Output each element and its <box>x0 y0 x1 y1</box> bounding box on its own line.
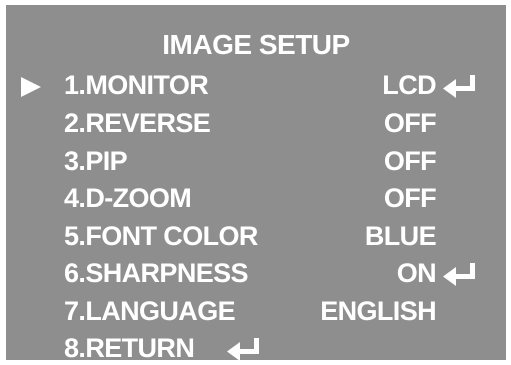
menu-item-label: 4.D-ZOOM <box>64 183 192 213</box>
menu-title: IMAGE SETUP <box>162 29 350 60</box>
menu-item-label: 6.SHARPNESS <box>64 258 249 288</box>
menu-item-font-color[interactable]: 5.FONT COLOR BLUE <box>6 219 506 253</box>
menu-item-value: LCD <box>382 70 436 100</box>
menu-item-reverse[interactable]: 2.REVERSE OFF <box>6 106 506 140</box>
menu-item-label: 3.PIP <box>64 146 128 176</box>
menu-item-value: BLUE <box>364 221 437 251</box>
menu-item-value: OFF <box>383 146 437 176</box>
menu-item-label: 5.FONT COLOR <box>64 221 258 251</box>
menu-item-label: 2.REVERSE <box>64 108 211 138</box>
menu-item-return[interactable]: 8.RETURN <box>6 331 506 365</box>
menu-item-d-zoom[interactable]: 4.D-ZOOM OFF <box>6 181 506 215</box>
menu-item-value: OFF <box>383 183 437 213</box>
osd-menu-panel: IMAGE SETUP 1.MONITOR LCD 2.REVERSE OFF … <box>6 5 506 363</box>
menu-item-label: 8.RETURN <box>64 333 195 363</box>
menu-item-value: ENGLISH <box>320 296 436 326</box>
menu-item-value: ON <box>396 258 437 288</box>
enter-icon <box>442 71 478 99</box>
menu-item-monitor[interactable]: 1.MONITOR LCD <box>6 68 506 102</box>
menu-item-pip[interactable]: 3.PIP OFF <box>6 144 506 178</box>
menu-item-label: 1.MONITOR <box>64 70 209 100</box>
selector-arrow-icon <box>21 77 41 97</box>
enter-icon <box>226 334 262 362</box>
menu-item-sharpness[interactable]: 6.SHARPNESS ON <box>6 256 506 290</box>
menu-item-value: OFF <box>383 108 437 138</box>
menu-item-language[interactable]: 7.LANGUAGE ENGLISH <box>6 294 506 328</box>
menu-item-label: 7.LANGUAGE <box>64 296 236 326</box>
enter-icon <box>442 259 478 287</box>
